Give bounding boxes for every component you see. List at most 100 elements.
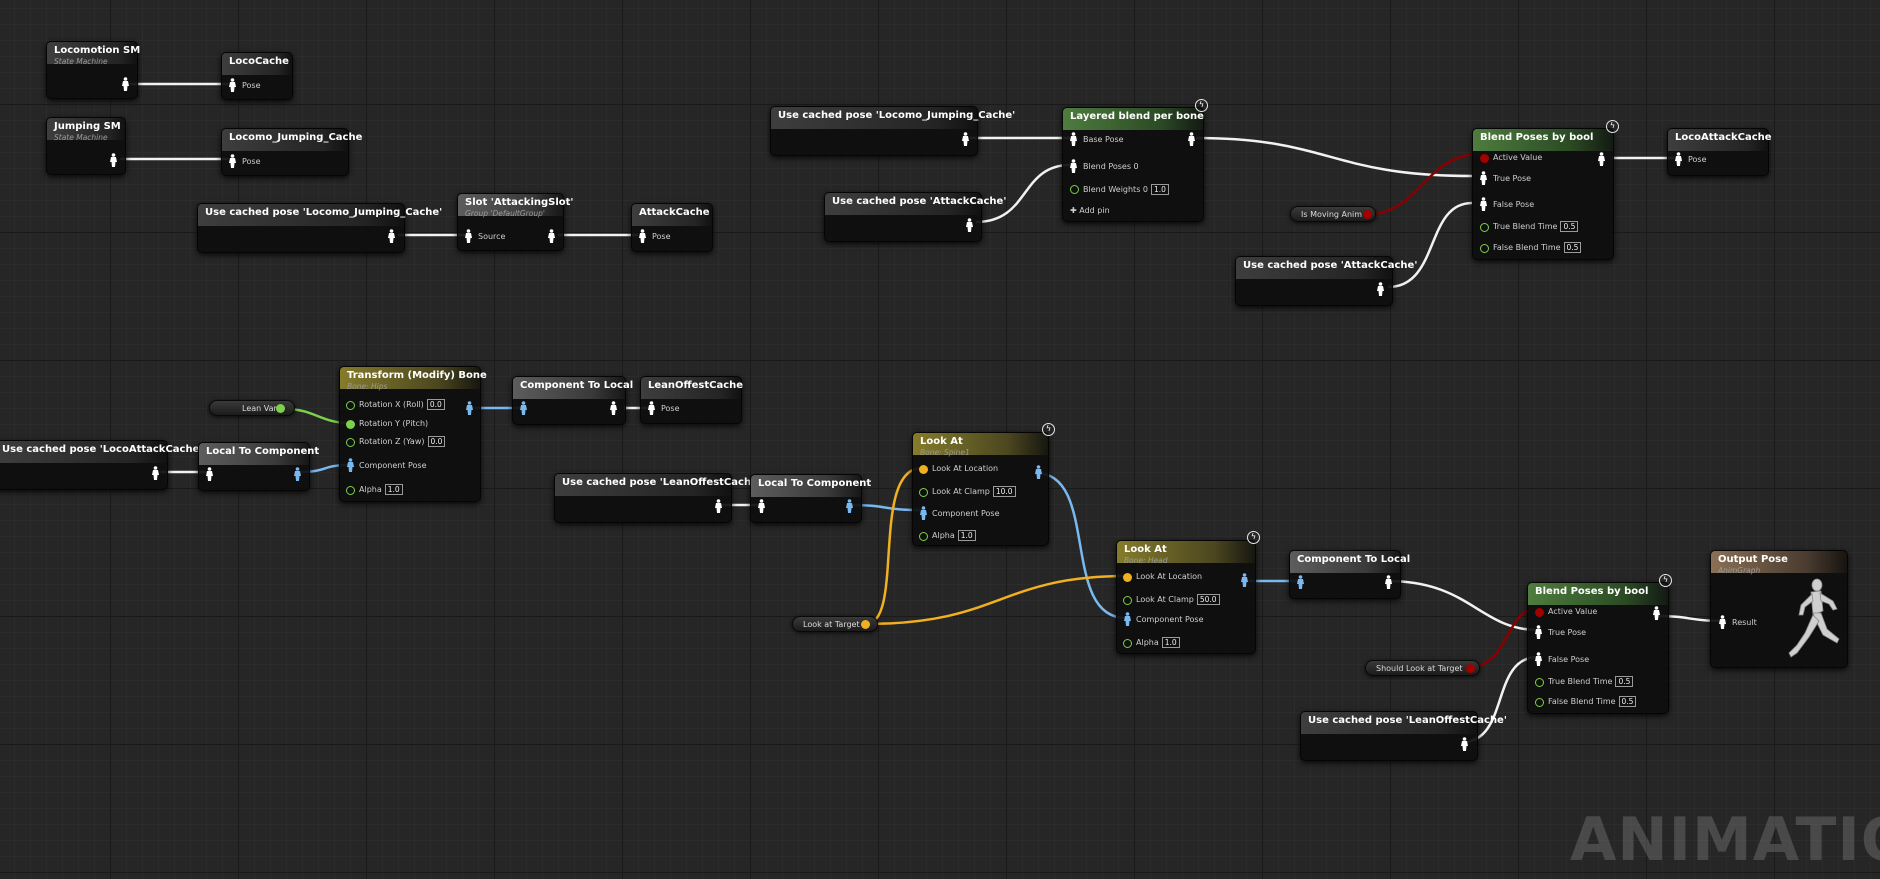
true-blend-time-value[interactable]: 0.5 [1560, 221, 1579, 232]
pose-output-pin-icon[interactable] [121, 77, 130, 91]
locomotion-sm-node[interactable]: Locomotion SM State Machine [46, 41, 140, 99]
pose-input-pin-icon[interactable] [1069, 132, 1078, 146]
false-blend-time-value[interactable]: 0.5 [1563, 242, 1582, 253]
look-at-clamp-value[interactable]: 10.0 [992, 486, 1016, 497]
float-input-pin-icon[interactable] [1123, 596, 1132, 605]
float-input-pin-icon[interactable] [346, 438, 355, 447]
float-input-pin-icon[interactable] [1070, 185, 1079, 194]
component-pose-output-pin-icon[interactable] [293, 467, 302, 481]
cached-pose-lean-node-1[interactable]: Use cached pose 'LeanOffestCache' [554, 473, 761, 523]
bool-output-pin-icon[interactable] [1466, 664, 1475, 673]
pose-output-pin-icon[interactable] [387, 229, 396, 243]
pose-output-pin-icon[interactable] [1384, 575, 1393, 589]
pose-input-pin-icon[interactable] [757, 499, 766, 513]
slot-attacking-node[interactable]: Slot 'AttackingSlot' Group 'DefaultGroup'… [457, 193, 574, 251]
alpha-value[interactable]: 1.0 [384, 484, 403, 495]
float-input-pin-icon[interactable] [1123, 639, 1132, 648]
look-at-spine-node[interactable]: Look At Bone: Spine1 Look At Location Loo… [912, 432, 1049, 546]
cached-pose-jumping-node-1[interactable]: Use cached pose 'Locomo_Jumping_Cache' [197, 203, 442, 253]
component-to-local-node-2[interactable]: Component To Local [1289, 550, 1410, 599]
pose-output-pin-icon[interactable] [109, 153, 118, 167]
pose-input-pin-icon[interactable] [638, 229, 647, 243]
pose-input-pin-icon[interactable] [205, 467, 214, 481]
pose-output-pin-icon[interactable] [1652, 606, 1661, 620]
pose-output-pin-icon[interactable] [547, 229, 556, 243]
look-at-head-node[interactable]: Look At Bone: Head Look At Location Look … [1116, 540, 1256, 654]
pose-input-pin-icon[interactable] [1479, 171, 1488, 185]
float-input-pin-icon[interactable] [1535, 698, 1544, 707]
pose-input-pin-icon[interactable] [464, 229, 473, 243]
pose-output-pin-icon[interactable] [1187, 132, 1196, 146]
pose-input-pin-icon[interactable] [1534, 652, 1543, 666]
alpha-value[interactable]: 1.0 [957, 530, 976, 541]
blend-poses-by-bool-node-2[interactable]: Blend Poses by bool Active Value True Po… [1527, 582, 1669, 714]
jumping-sm-node[interactable]: Jumping SM State Machine [46, 117, 126, 175]
vector-input-pin-icon[interactable] [919, 465, 928, 474]
look-at-target-variable[interactable]: Look at Target [792, 616, 878, 632]
float-input-pin-icon[interactable] [919, 532, 928, 541]
float-input-pin-icon[interactable] [1480, 223, 1489, 232]
pose-input-pin-icon[interactable] [1534, 625, 1543, 639]
component-pose-input-pin-icon[interactable] [346, 458, 355, 472]
component-pose-output-pin-icon[interactable] [845, 499, 854, 513]
cached-pose-lean-node-2[interactable]: Use cached pose 'LeanOffestCache' [1300, 711, 1507, 761]
bool-input-pin-icon[interactable] [1480, 154, 1489, 163]
pose-input-pin-icon[interactable] [1069, 159, 1078, 173]
bool-output-pin-icon[interactable] [1363, 210, 1372, 219]
pose-input-pin-icon[interactable] [1479, 197, 1488, 211]
cached-pose-attack-node-2[interactable]: Use cached pose 'AttackCache' [1235, 256, 1417, 306]
blend-poses-by-bool-node-1[interactable]: Blend Poses by bool Active Value True Po… [1472, 128, 1614, 260]
pose-input-pin-icon[interactable] [647, 401, 656, 415]
loco-jumping-cache-node[interactable]: Locomo_Jumping_Cache Pose [221, 128, 362, 176]
blend-weights-value[interactable]: 1.0 [1151, 184, 1169, 195]
pose-output-pin-icon[interactable] [1376, 282, 1385, 296]
cached-pose-loco-attack-node[interactable]: Use cached pose 'LocoAttackCache' [0, 440, 202, 490]
component-pose-output-pin-icon[interactable] [1240, 573, 1249, 587]
cached-pose-attack-node-1[interactable]: Use cached pose 'AttackCache' [824, 192, 1006, 242]
pose-output-pin-icon[interactable] [1460, 737, 1469, 751]
local-to-component-node-1[interactable]: Local To Component [198, 442, 319, 491]
pose-input-pin-icon[interactable] [228, 154, 237, 168]
lean-var-variable[interactable]: Lean Var [209, 400, 295, 416]
component-pose-input-pin-icon[interactable] [919, 506, 928, 520]
component-pose-input-pin-icon[interactable] [1123, 612, 1132, 626]
add-pin-button[interactable]: ✚ Add pin [1070, 206, 1110, 215]
component-pose-input-pin-icon[interactable] [519, 401, 528, 415]
output-pose-node[interactable]: Output Pose AnimGraph Result [1710, 550, 1848, 668]
pose-output-pin-icon[interactable] [714, 499, 723, 513]
float-output-pin-icon[interactable] [276, 404, 285, 413]
component-pose-output-pin-icon[interactable] [465, 401, 474, 415]
pose-output-pin-icon[interactable] [1597, 152, 1606, 166]
pose-output-pin-icon[interactable] [151, 466, 160, 480]
component-pose-input-pin-icon[interactable] [1296, 575, 1305, 589]
false-blend-time-value[interactable]: 0.5 [1618, 696, 1637, 707]
float-input-pin-icon[interactable] [346, 486, 355, 495]
float-input-pin-icon[interactable] [1535, 678, 1544, 687]
rotation-x-value[interactable]: 0.0 [426, 399, 445, 410]
float-input-pin-icon[interactable] [919, 488, 928, 497]
true-blend-time-value[interactable]: 0.5 [1615, 676, 1634, 687]
pose-input-pin-icon[interactable] [228, 78, 237, 92]
component-pose-output-pin-icon[interactable] [1034, 465, 1043, 479]
loco-attack-cache-node[interactable]: LocoAttackCache Pose [1667, 128, 1772, 176]
vector-output-pin-icon[interactable] [861, 620, 870, 629]
look-at-clamp-value[interactable]: 50.0 [1196, 594, 1220, 605]
pose-input-pin-icon[interactable] [1674, 152, 1683, 166]
alpha-value[interactable]: 1.0 [1161, 637, 1180, 648]
transform-modify-bone-node[interactable]: Transform (Modify) Bone Bone: Hips Rotati… [339, 366, 487, 502]
should-look-at-target-variable[interactable]: Should Look at Target [1365, 660, 1480, 676]
lococache-node[interactable]: LocoCache Pose [221, 52, 293, 100]
float-input-pin-icon[interactable] [1480, 244, 1489, 253]
attackcache-node[interactable]: AttackCache Pose [631, 203, 713, 252]
local-to-component-node-2[interactable]: Local To Component [750, 474, 871, 523]
layered-blend-node[interactable]: Layered blend per bone Base Pose Blend P… [1062, 107, 1204, 222]
component-to-local-node-1[interactable]: Component To Local [512, 376, 633, 425]
float-input-pin-icon[interactable] [346, 420, 355, 429]
pose-output-pin-icon[interactable] [609, 401, 618, 415]
bool-input-pin-icon[interactable] [1535, 608, 1544, 617]
rotation-z-value[interactable]: 0.0 [427, 436, 446, 447]
pose-output-pin-icon[interactable] [961, 132, 970, 146]
is-moving-anim-variable[interactable]: Is Moving Anim [1290, 206, 1376, 222]
lean-offest-cache-node[interactable]: LeanOffestCache Pose [640, 376, 743, 424]
pose-input-pin-icon[interactable] [1718, 615, 1727, 629]
